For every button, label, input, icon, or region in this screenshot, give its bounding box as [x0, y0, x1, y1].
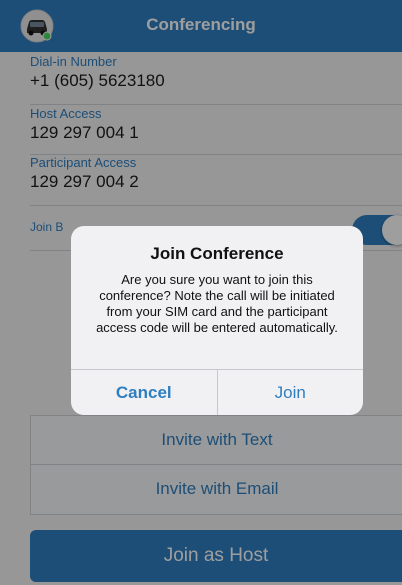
- cancel-button[interactable]: Cancel: [71, 370, 218, 415]
- join-conference-dialog: Join Conference Are you sure you want to…: [71, 226, 363, 415]
- dialog-message: Are you sure you want to join this confe…: [96, 272, 338, 335]
- dialog-actions: Cancel Join: [71, 369, 363, 415]
- join-button[interactable]: Join: [218, 370, 364, 415]
- dialog-title: Join Conference: [150, 244, 284, 263]
